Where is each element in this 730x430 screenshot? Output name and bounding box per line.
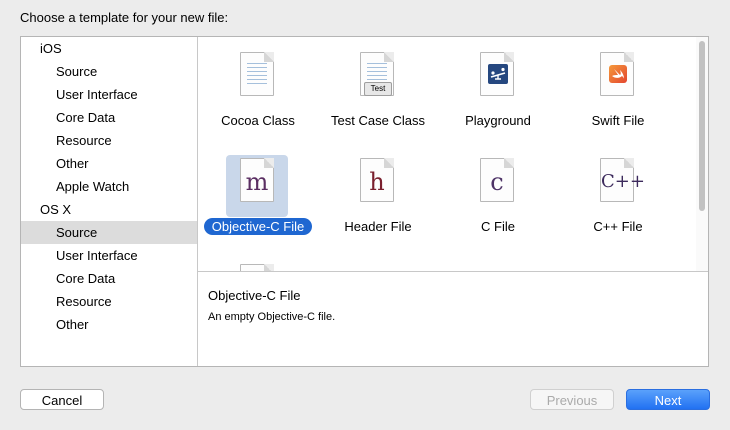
cocoa-class-icon [240,52,274,96]
template-test-case-class[interactable]: Test Test Case Class [318,43,438,143]
next-button[interactable]: Next [626,389,710,410]
sidebar-item-ios-resource[interactable]: Resource [21,129,197,152]
template-glyph: h [369,168,385,196]
test-badge: Test [364,82,392,96]
template-glyph: c [490,168,504,196]
sidebar-item-osx-core-data[interactable]: Core Data [21,267,197,290]
sidebar-item-ios-other[interactable]: Other [21,152,197,175]
template-cpp-file[interactable]: C++ C++ File [558,149,678,249]
scroll-thumb[interactable] [699,41,705,211]
sidebar-group-ios: iOS [40,41,62,56]
template-glyph: m [245,168,269,196]
sidebar-item-osx-user-interface[interactable]: User Interface [21,244,197,267]
cpp-file-icon: C++ [600,158,645,202]
template-scrollbar[interactable] [696,37,708,271]
template-chooser: iOS Source User Interface Core Data Reso… [20,36,709,367]
sidebar-item-ios-apple-watch[interactable]: Apple Watch [21,175,197,198]
platform-sidebar: iOS Source User Interface Core Data Reso… [21,37,198,366]
previous-button[interactable]: Previous [530,389,614,410]
swift-icon [600,52,634,96]
objective-c-file-icon: m [240,158,274,202]
description-text: An empty Objective-C file. [208,311,336,323]
header-file-icon: h [360,158,394,202]
template-label: Playground [465,113,531,128]
sidebar-item-ios-core-data[interactable]: Core Data [21,106,197,129]
sidebar-item-ios-source[interactable]: Source [21,60,197,83]
template-label: Objective-C File [203,218,313,235]
cancel-button[interactable]: Cancel [20,389,104,410]
template-glyph: C++ [601,171,645,192]
description-title: Objective-C File [208,288,301,303]
template-grid: Cocoa Class Test Test Case Class Playgro… [198,37,708,272]
dialog-title: Choose a template for your new file: [20,10,229,25]
template-objective-c-file[interactable]: m Objective-C File [198,149,318,249]
sidebar-group-osx: OS X [40,202,72,217]
c-file-icon: c [480,158,514,202]
template-header-file[interactable]: h Header File [318,149,438,249]
template-description: Objective-C File An empty Objective-C fi… [198,272,708,366]
sidebar-item-ios-user-interface[interactable]: User Interface [21,83,197,106]
template-c-file[interactable]: c C File [438,149,558,249]
template-swift-file[interactable]: Swift File [558,43,678,143]
template-partial[interactable] [198,255,318,271]
template-label: Swift File [591,113,645,128]
playground-icon [480,52,514,96]
template-cocoa-class[interactable]: Cocoa Class [198,43,318,143]
sidebar-item-osx-resource[interactable]: Resource [21,290,197,313]
template-label: C++ File [593,219,643,234]
file-icon [240,264,274,271]
template-label: Header File [344,219,412,234]
template-label: Cocoa Class [221,113,295,128]
template-playground[interactable]: Playground [438,43,558,143]
template-label: C File [481,219,515,234]
sidebar-item-osx-other[interactable]: Other [21,313,197,336]
sidebar-item-osx-source[interactable]: Source [21,221,197,244]
template-content: Cocoa Class Test Test Case Class Playgro… [198,37,708,366]
template-label: Test Case Class [331,113,425,128]
